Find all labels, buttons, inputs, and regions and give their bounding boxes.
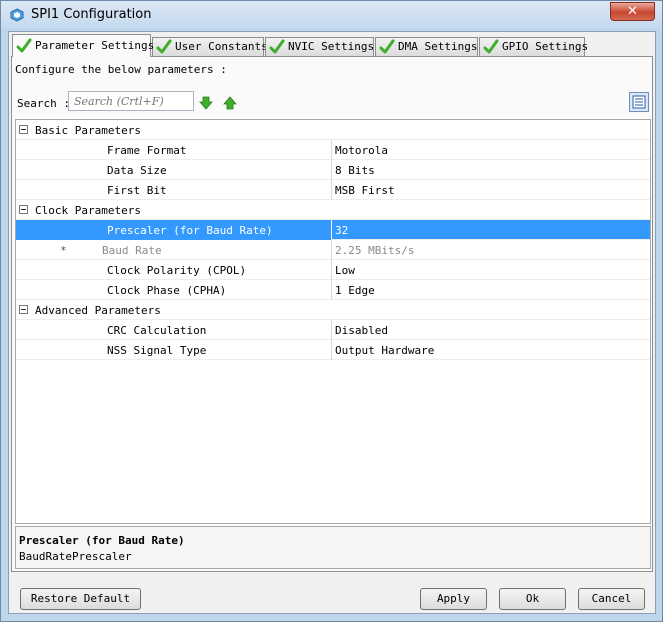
checkmark-icon [269, 39, 285, 54]
tab-label: User Constants [175, 40, 268, 53]
column-divider [331, 180, 332, 200]
column-divider [331, 140, 332, 160]
tab-dma-settings[interactable]: DMA Settings [375, 37, 478, 56]
param-value[interactable]: 1 Edge [335, 284, 375, 297]
param-row-data-size[interactable]: Data Size 8 Bits [16, 160, 650, 180]
group-label: Clock Parameters [35, 204, 141, 217]
gear-cube-icon [10, 8, 24, 22]
description-title: Prescaler (for Baud Rate) [19, 534, 185, 547]
param-row-frame-format[interactable]: Frame Format Motorola [16, 140, 650, 160]
column-divider [331, 160, 332, 180]
column-divider [331, 260, 332, 280]
checkmark-icon [379, 39, 395, 54]
group-label: Advanced Parameters [35, 304, 161, 317]
list-view-icon [632, 95, 646, 109]
apply-button[interactable]: Apply [420, 588, 487, 610]
param-row-clock-phase[interactable]: Clock Phase (CPHA) 1 Edge [16, 280, 650, 300]
column-divider [331, 340, 332, 360]
param-name: Clock Polarity (CPOL) [107, 264, 247, 277]
param-row-baud-rate: * Baud Rate 2.25 MBits/s [16, 240, 650, 260]
param-name: First Bit [107, 184, 167, 197]
group-basic-parameters[interactable]: Basic Parameters [16, 120, 650, 140]
parameter-settings-panel: Configure the below parameters : Search … [11, 56, 653, 572]
param-name: CRC Calculation [107, 324, 207, 337]
tab-label: DMA Settings [398, 40, 478, 53]
description-panel: Prescaler (for Baud Rate) BaudRatePresca… [15, 526, 651, 569]
param-value[interactable]: Output Hardware [335, 344, 434, 357]
tab-user-constants[interactable]: User Constants [152, 37, 268, 56]
tab-label: Parameter Settings [35, 39, 155, 52]
param-row-prescaler[interactable]: Prescaler (for Baud Rate) 32 [16, 220, 650, 240]
param-row-first-bit[interactable]: First Bit MSB First [16, 180, 650, 200]
title-bar[interactable]: SPI1 Configuration ✕ [1, 1, 662, 29]
param-value[interactable]: 32 [335, 224, 348, 237]
column-divider [331, 280, 332, 300]
collapse-toggle[interactable] [19, 205, 28, 214]
param-name: Data Size [107, 164, 167, 177]
window-title: SPI1 Configuration [31, 7, 152, 22]
checkmark-icon [16, 38, 32, 53]
search-input[interactable] [68, 91, 194, 111]
close-button[interactable]: ✕ [610, 2, 655, 21]
param-row-crc-calculation[interactable]: CRC Calculation Disabled [16, 320, 650, 340]
list-view-toggle[interactable] [629, 92, 649, 112]
dialog-body: Parameter Settings User Constants NVIC S… [8, 31, 656, 614]
collapse-toggle[interactable] [19, 305, 28, 314]
param-value[interactable]: Motorola [335, 144, 388, 157]
param-value[interactable]: 8 Bits [335, 164, 375, 177]
tab-parameter-settings[interactable]: Parameter Settings [12, 34, 155, 57]
tab-gpio-settings[interactable]: GPIO Settings [479, 37, 589, 56]
tab-label: NVIC Settings [288, 40, 375, 53]
arrow-up-icon[interactable] [223, 96, 237, 110]
arrow-down-icon[interactable] [199, 96, 213, 110]
description-subtitle: BaudRatePrescaler [19, 550, 132, 563]
instruction-text: Configure the below parameters : [15, 63, 227, 76]
computed-marker: * [60, 244, 67, 257]
param-name: Prescaler (for Baud Rate) [107, 224, 273, 237]
param-row-clock-polarity[interactable]: Clock Polarity (CPOL) Low [16, 260, 650, 280]
ok-button[interactable]: Ok [499, 588, 566, 610]
search-label: Search : [17, 97, 70, 110]
restore-default-button[interactable]: Restore Default [20, 588, 141, 610]
param-value[interactable]: Disabled [335, 324, 388, 337]
column-divider [331, 220, 332, 240]
column-divider [331, 320, 332, 340]
collapse-toggle[interactable] [19, 125, 28, 134]
parameter-grid: Basic Parameters Frame Format Motorola D… [15, 119, 651, 524]
column-divider [331, 240, 332, 260]
param-value[interactable]: Low [335, 264, 355, 277]
param-name: Clock Phase (CPHA) [107, 284, 227, 297]
group-clock-parameters[interactable]: Clock Parameters [16, 200, 650, 220]
param-name: NSS Signal Type [107, 344, 207, 357]
param-value[interactable]: MSB First [335, 184, 395, 197]
checkmark-icon [156, 39, 172, 54]
dialog-window: SPI1 Configuration ✕ Parameter Settings … [0, 0, 663, 622]
group-label: Basic Parameters [35, 124, 141, 137]
checkmark-icon [483, 39, 499, 54]
cancel-button[interactable]: Cancel [578, 588, 645, 610]
tab-label: GPIO Settings [502, 40, 589, 53]
param-row-nss-signal-type[interactable]: NSS Signal Type Output Hardware [16, 340, 650, 360]
group-advanced-parameters[interactable]: Advanced Parameters [16, 300, 650, 320]
param-name: Frame Format [107, 144, 187, 157]
tab-nvic-settings[interactable]: NVIC Settings [265, 37, 374, 56]
param-name: Baud Rate [102, 244, 162, 257]
param-value: 2.25 MBits/s [335, 244, 415, 257]
